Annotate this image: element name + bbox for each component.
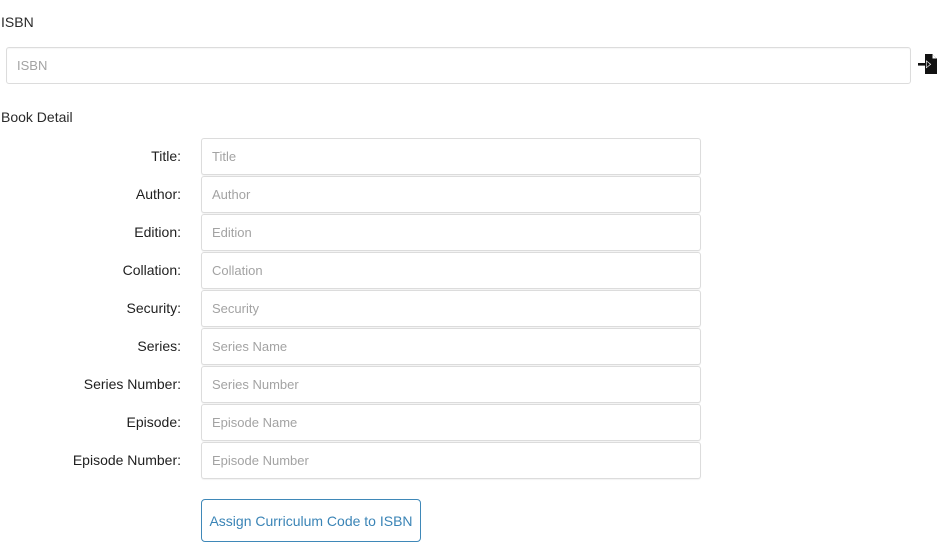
series-number-row: Series Number:	[0, 366, 702, 404]
edition-label: Edition:	[134, 224, 181, 240]
title-input[interactable]	[201, 138, 701, 175]
security-input[interactable]	[201, 290, 701, 327]
author-input[interactable]	[201, 176, 701, 213]
security-row: Security:	[0, 290, 702, 328]
collation-row: Collation:	[0, 252, 702, 290]
series-row: Series:	[0, 328, 702, 366]
episode-label: Episode:	[126, 414, 181, 430]
series-name-input[interactable]	[201, 328, 701, 365]
episode-row: Episode:	[0, 404, 702, 442]
episode-number-label: Episode Number:	[72, 452, 181, 468]
collation-input[interactable]	[201, 252, 701, 289]
series-number-label: Series Number:	[83, 376, 181, 392]
isbn-input[interactable]	[6, 47, 911, 84]
book-detail-section-label: Book Detail	[1, 109, 73, 125]
security-label: Security:	[126, 300, 181, 316]
series-label: Series:	[137, 338, 181, 354]
episode-number-row: Episode Number:	[0, 442, 702, 480]
assign-curriculum-code-button[interactable]: Assign Curriculum Code to ISBN	[201, 499, 421, 542]
isbn-label: ISBN	[1, 14, 34, 30]
import-file-icon[interactable]	[918, 53, 938, 75]
title-row: Title:	[0, 138, 702, 176]
author-row: Author:	[0, 176, 702, 214]
episode-number-input[interactable]	[201, 442, 701, 479]
author-label: Author:	[135, 186, 181, 202]
edition-row: Edition:	[0, 214, 702, 252]
title-label: Title:	[151, 148, 181, 164]
collation-label: Collation:	[122, 262, 181, 278]
edition-input[interactable]	[201, 214, 701, 251]
series-number-input[interactable]	[201, 366, 701, 403]
episode-name-input[interactable]	[201, 404, 701, 441]
